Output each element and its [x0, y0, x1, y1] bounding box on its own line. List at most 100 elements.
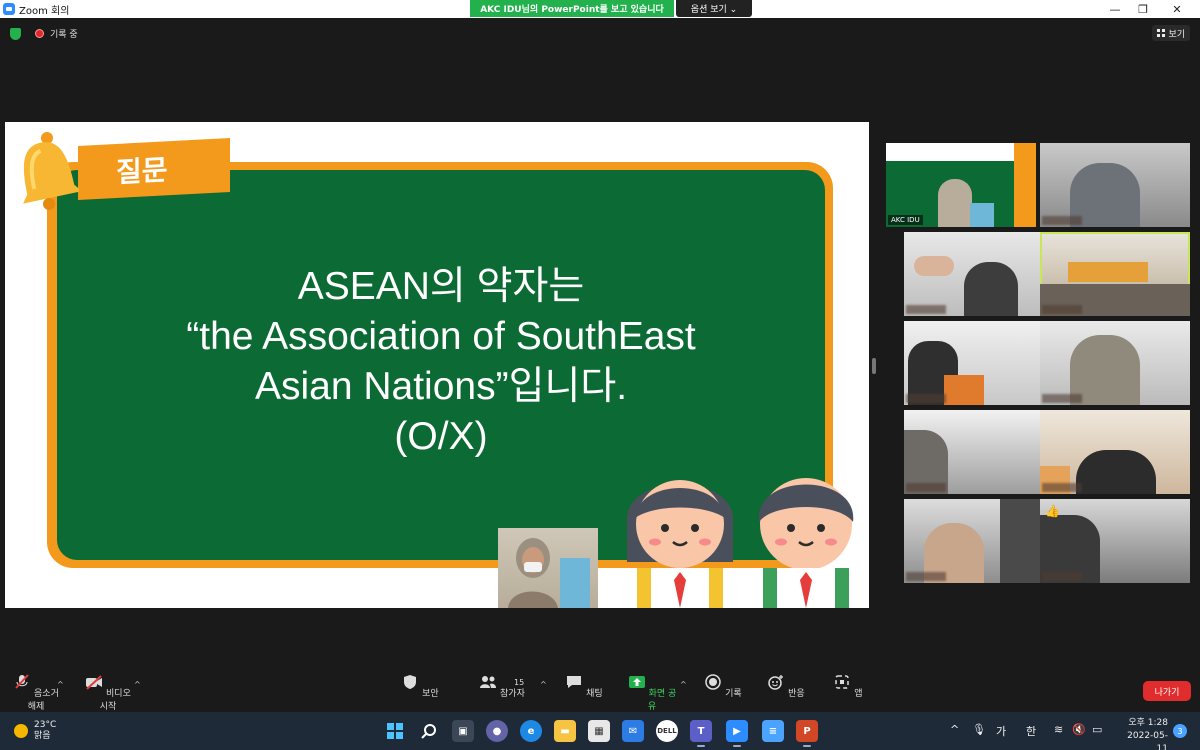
participant-name-hidden — [906, 305, 946, 314]
participants-label: 참가자 — [500, 689, 525, 699]
unmute-label: 음소거 해제 — [27, 689, 59, 712]
apps-icon — [835, 675, 850, 689]
slide-line-3: Asian Nations”입니다. — [254, 365, 628, 408]
girl-illustration — [626, 480, 734, 608]
participants-icon — [480, 676, 497, 688]
clock-time: 오후 1:28 — [1128, 718, 1168, 728]
microphone-tray-icon[interactable]: 🎙 — [972, 723, 986, 736]
chat-app-icon[interactable]: ● — [486, 720, 508, 742]
close-icon[interactable]: ✕ — [1160, 0, 1194, 18]
video-tile-2[interactable] — [1040, 143, 1190, 227]
slide-thumb-edge — [1014, 143, 1036, 227]
participant-name-hidden — [1042, 305, 1082, 314]
shared-slide: 질문 ASEAN의 약자는 “the Association of SouthE… — [5, 122, 869, 608]
encryption-shield-icon[interactable] — [10, 28, 21, 40]
reactions-button[interactable]: 반응 — [758, 674, 814, 699]
powerpoint-icon[interactable]: P — [796, 720, 818, 747]
show-hidden-icons-chevron-icon[interactable]: ^ — [950, 723, 959, 736]
participant-name-hidden — [1042, 394, 1082, 403]
chat-label: 채팅 — [586, 689, 603, 699]
view-button[interactable]: 보기 — [1152, 25, 1190, 41]
teams-icon[interactable]: T — [690, 720, 712, 747]
view-options-button[interactable]: 옵션 보기 ⌄ — [676, 0, 752, 17]
windows-taskbar: 23°C 맑음 ▣ ● e ▬ ▦ ✉ DELL T ▶ ≡ P ^ 🎙 가 한… — [0, 712, 1200, 750]
zoom-taskbar-icon[interactable]: ▶ — [726, 720, 748, 747]
dell-icon[interactable]: DELL — [656, 720, 678, 742]
camera-off-icon — [86, 675, 103, 690]
classroom-wall — [1068, 262, 1148, 282]
share-options-caret-icon[interactable]: ^ — [680, 680, 687, 689]
ime-language-indicator[interactable]: 가 — [996, 723, 1006, 739]
sun-icon — [14, 724, 28, 738]
video-tile-3[interactable] — [904, 232, 1054, 316]
battery-icon[interactable]: ▭ — [1092, 723, 1102, 736]
view-button-label: 보기 — [1168, 29, 1185, 40]
video-tile-presenter[interactable]: AKC IDU — [886, 143, 1036, 227]
apps-button[interactable]: 앱 — [820, 674, 876, 699]
video-tile-5[interactable] — [904, 321, 1054, 405]
temperature: 23°C — [34, 720, 57, 730]
zoom-logo-icon — [3, 3, 15, 15]
audio-options-caret-icon[interactable]: ^ — [57, 680, 64, 689]
security-button[interactable]: 보안 — [392, 674, 448, 699]
share-screen-icon — [628, 676, 645, 688]
restore-icon[interactable]: ❐ — [1126, 0, 1160, 18]
participant-name-hidden — [906, 572, 946, 581]
speaker-muted-icon[interactable]: 🔇 — [1072, 723, 1086, 736]
record-button[interactable]: 기록 — [695, 674, 751, 699]
reaction-smiley-icon — [768, 675, 784, 690]
video-options-caret-icon[interactable]: ^ — [134, 680, 141, 689]
mail-icon[interactable]: ✉ — [622, 720, 644, 742]
gallery-resize-handle[interactable] — [872, 358, 876, 374]
share-screen-button[interactable]: 화면 공유 — [624, 674, 680, 712]
video-tile-8[interactable] — [1040, 410, 1190, 494]
presenter-thumb-chair — [970, 203, 994, 227]
participants-options-caret-icon[interactable]: ^ — [540, 680, 547, 689]
system-clock[interactable]: 오후 1:28 2022-05-11 — [1118, 717, 1168, 750]
bell-icon — [23, 132, 79, 210]
leave-meeting-button[interactable]: 나가기 — [1143, 681, 1191, 701]
question-tag-label: 질문 — [116, 153, 168, 189]
participant-name-hidden — [1042, 216, 1082, 225]
apps-label: 앱 — [854, 689, 863, 699]
notification-badge[interactable]: 3 — [1173, 724, 1187, 738]
participant-name-hidden — [1042, 483, 1082, 492]
video-tile-9[interactable] — [904, 499, 1054, 583]
ime-mode-indicator[interactable]: 한 — [1026, 723, 1036, 739]
record-icon — [705, 674, 722, 690]
thumbs-up-reaction-icon: 👍 — [1045, 504, 1060, 518]
video-tile-7[interactable] — [904, 410, 1054, 494]
video-tile-10[interactable]: 👍 — [1040, 499, 1190, 583]
search-icon[interactable] — [418, 720, 440, 742]
edge-browser-icon[interactable]: e — [520, 720, 542, 742]
chat-button[interactable]: 채팅 — [556, 674, 612, 699]
share-screen-label: 화면 공유 — [647, 689, 677, 712]
reactions-label: 반응 — [788, 689, 805, 699]
unmute-button[interactable]: 음소거 해제 — [8, 674, 64, 712]
participant-shirt — [944, 375, 984, 405]
participants-count: 15 — [514, 678, 525, 687]
screen-share-banner: AKC IDU님의 PowerPoint를 보고 있습니다 — [470, 0, 674, 17]
meeting-toolbar: 음소거 해제 ^ 비디오 시작 ^ 보안 참가자 15 ^ 채팅 화면 공유 ^ — [0, 668, 1200, 712]
question-tag: 질문 — [78, 138, 230, 200]
participant-name: AKC IDU — [888, 215, 923, 225]
participant-figure — [1076, 450, 1156, 494]
weather-text: 23°C 맑음 — [34, 720, 56, 742]
boy-illustration — [758, 478, 854, 608]
presenter-thumb — [938, 179, 972, 227]
windows-start-icon[interactable] — [384, 720, 406, 742]
record-label: 기록 — [725, 689, 742, 699]
weather-widget[interactable]: 23°C 맑음 — [14, 720, 56, 742]
video-tile-6[interactable] — [1040, 321, 1190, 405]
task-view-icon[interactable]: ▣ — [452, 720, 474, 742]
wifi-icon[interactable]: ≋ — [1054, 723, 1063, 736]
notepad-icon[interactable]: ≡ — [762, 720, 784, 742]
weather-condition: 맑음 — [34, 731, 51, 741]
file-explorer-icon[interactable]: ▬ — [554, 720, 576, 742]
recording-icon — [35, 29, 44, 38]
store-icon[interactable]: ▦ — [588, 720, 610, 742]
start-video-button[interactable]: 비디오 시작 — [80, 674, 136, 712]
window-title: Zoom 회의 — [19, 5, 70, 17]
video-tile-active-speaker[interactable] — [1040, 232, 1190, 316]
slide-line-2: “the Association of SouthEast — [186, 315, 696, 358]
